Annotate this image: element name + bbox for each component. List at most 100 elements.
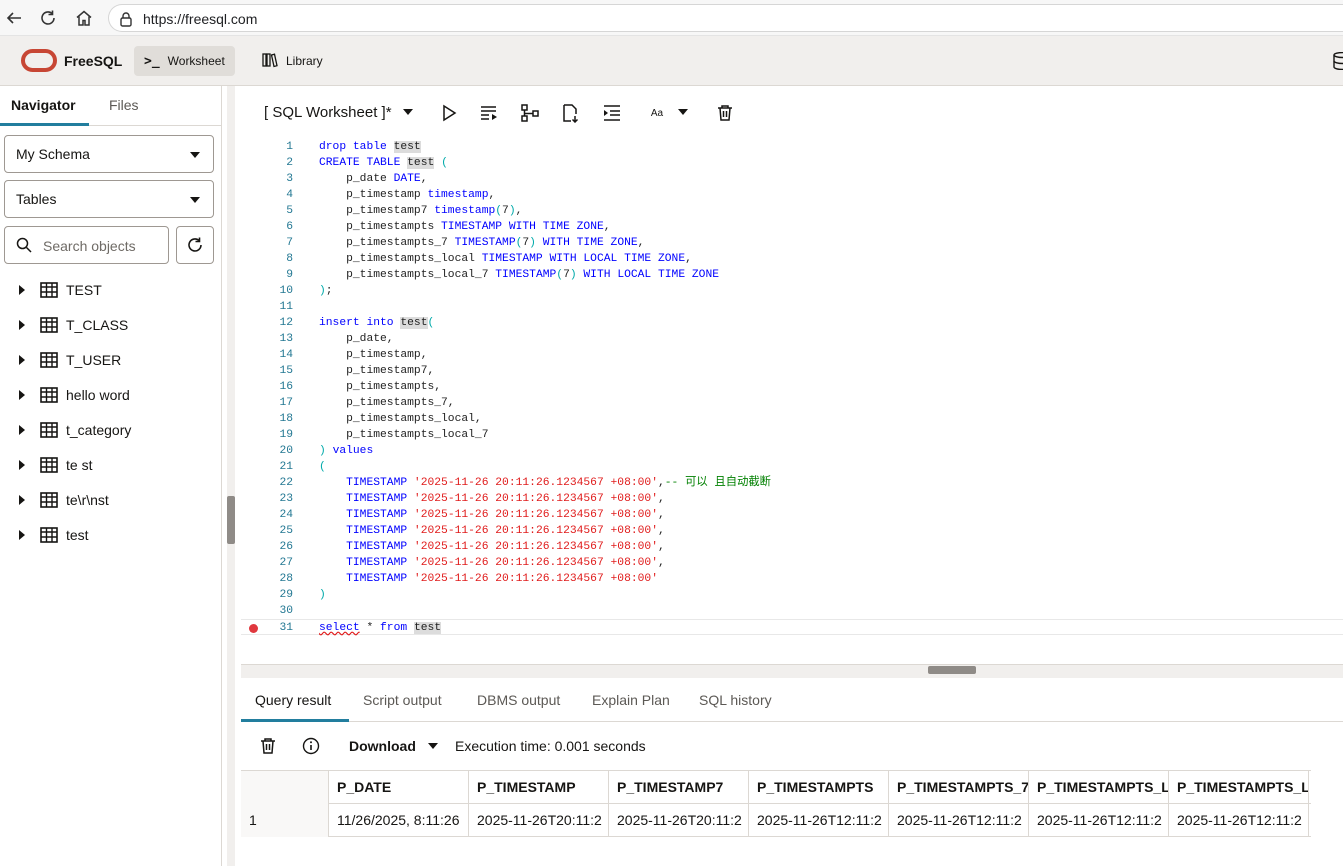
- back-icon[interactable]: [2, 6, 26, 30]
- expand-arrow-icon[interactable]: [19, 425, 25, 435]
- row-number[interactable]: 1: [241, 804, 329, 837]
- grid-cell[interactable]: 2025-11-26T12:11:2: [749, 804, 889, 837]
- code-line[interactable]: 13 p_date,: [241, 331, 1343, 347]
- code-line[interactable]: 30: [241, 603, 1343, 619]
- expand-arrow-icon[interactable]: [19, 495, 25, 505]
- tab-files[interactable]: Files: [109, 97, 139, 113]
- refresh-button[interactable]: [176, 226, 214, 264]
- code-line[interactable]: 25 TIMESTAMP '2025-11-26 20:11:26.123456…: [241, 523, 1343, 539]
- column-header[interactable]: P_TIMESTAMP7: [609, 771, 749, 804]
- code-line[interactable]: 2 CREATE TABLE test (: [241, 155, 1343, 171]
- expand-arrow-icon[interactable]: [19, 390, 25, 400]
- tab-script-output[interactable]: Script output: [363, 692, 442, 708]
- code-line[interactable]: 24 TIMESTAMP '2025-11-26 20:11:26.123456…: [241, 507, 1343, 523]
- run-statement-button[interactable]: [437, 101, 461, 125]
- vertical-splitter[interactable]: [227, 86, 235, 866]
- schema-select[interactable]: My Schema: [4, 135, 214, 173]
- code-line[interactable]: 31 select * from test: [241, 619, 1343, 635]
- code-line[interactable]: 16 p_timestampts,: [241, 379, 1343, 395]
- tree-item-table[interactable]: T_USER: [0, 342, 222, 377]
- trash-icon[interactable]: [259, 737, 277, 760]
- info-icon[interactable]: [302, 737, 320, 760]
- code-line[interactable]: 19 p_timestampts_local_7: [241, 427, 1343, 443]
- code-line[interactable]: 18 p_timestampts_local,: [241, 411, 1343, 427]
- code-line[interactable]: 11: [241, 299, 1343, 315]
- tab-navigator[interactable]: Navigator: [11, 97, 76, 113]
- tree-item-table[interactable]: test: [0, 517, 222, 552]
- worksheet-title[interactable]: [ SQL Worksheet ]*: [264, 104, 392, 121]
- tree-item-table[interactable]: te st: [0, 447, 222, 482]
- code-line[interactable]: 28 TIMESTAMP '2025-11-26 20:11:26.123456…: [241, 571, 1343, 587]
- code-line[interactable]: 29): [241, 587, 1343, 603]
- grid-cell[interactable]: 2025-11-26T12:11:2: [1169, 804, 1309, 837]
- address-bar[interactable]: https://freesql.com: [108, 4, 1343, 32]
- database-icon[interactable]: [1333, 51, 1343, 75]
- code-line[interactable]: 12 insert into test(: [241, 315, 1343, 331]
- column-header[interactable]: P_TIMESTAMPTS_LO: [1029, 771, 1169, 804]
- chevron-down-icon[interactable]: [428, 743, 438, 749]
- grid-cell[interactable]: 2025-11-26T20:11:2: [469, 804, 609, 837]
- tab-dbms-output[interactable]: DBMS output: [477, 692, 560, 708]
- code-line[interactable]: 22 TIMESTAMP '2025-11-26 20:11:26.123456…: [241, 475, 1343, 491]
- breakpoint-icon[interactable]: [249, 624, 258, 633]
- code-line[interactable]: 1 drop table test: [241, 139, 1343, 155]
- tab-query-result[interactable]: Query result: [255, 692, 331, 708]
- tab-sql-history[interactable]: SQL history: [699, 692, 772, 708]
- code-line[interactable]: 8 p_timestampts_local TIMESTAMP WITH LOC…: [241, 251, 1343, 267]
- column-header[interactable]: [241, 771, 329, 804]
- chevron-down-icon[interactable]: [403, 109, 413, 115]
- home-icon[interactable]: [72, 6, 96, 30]
- run-script-button[interactable]: [477, 101, 501, 125]
- code-line[interactable]: 23 TIMESTAMP '2025-11-26 20:11:26.123456…: [241, 491, 1343, 507]
- autotrace-button[interactable]: [558, 101, 582, 125]
- code-line[interactable]: 14 p_timestamp,: [241, 347, 1343, 363]
- column-header[interactable]: P_TIMESTAMPTS: [749, 771, 889, 804]
- grid-cell[interactable]: 2025-11-26T20:11:2: [609, 804, 749, 837]
- clear-button[interactable]: [713, 101, 737, 125]
- code-line[interactable]: 21 (: [241, 459, 1343, 475]
- format-code-button[interactable]: [600, 101, 624, 125]
- code-line[interactable]: 10);: [241, 283, 1343, 299]
- code-line[interactable]: 15 p_timestamp7,: [241, 363, 1343, 379]
- code-editor[interactable]: 1 drop table test 2 CREATE TABLE test (3 p_…: [241, 139, 1343, 635]
- code-line[interactable]: 17 p_timestampts_7,: [241, 395, 1343, 411]
- download-button[interactable]: Download: [349, 738, 416, 754]
- tree-item-table[interactable]: hello word: [0, 377, 222, 412]
- grid-cell[interactable]: 2025-11-26T12:11:2: [889, 804, 1029, 837]
- code-line[interactable]: 6 p_timestampts TIMESTAMP WITH TIME ZONE…: [241, 219, 1343, 235]
- horizontal-splitter[interactable]: [241, 664, 1343, 678]
- tab-explain-plan[interactable]: Explain Plan: [592, 692, 670, 708]
- code-line[interactable]: 5 p_timestamp7 timestamp(7),: [241, 203, 1343, 219]
- column-header[interactable]: P_DATE: [329, 771, 469, 804]
- explain-plan-button[interactable]: [518, 101, 542, 125]
- splitter-handle[interactable]: [227, 496, 235, 544]
- column-header[interactable]: P_TIMESTAMPTS_7: [889, 771, 1029, 804]
- code-line[interactable]: 27 TIMESTAMP '2025-11-26 20:11:26.123456…: [241, 555, 1343, 571]
- tab-library[interactable]: Library: [252, 46, 333, 76]
- table-row[interactable]: 1 11/26/2025, 8:11:26 2025-11-26T20:11:2 20…: [241, 804, 1311, 837]
- object-type-select[interactable]: Tables: [4, 180, 214, 218]
- column-header[interactable]: P_TIMESTAMP: [469, 771, 609, 804]
- expand-arrow-icon[interactable]: [19, 320, 25, 330]
- tree-item-table[interactable]: t_category: [0, 412, 222, 447]
- grid-cell[interactable]: 2025-11-26T12:11:2: [1029, 804, 1169, 837]
- tree-item-table[interactable]: TEST: [0, 272, 222, 307]
- code-line[interactable]: 3 p_date DATE,: [241, 171, 1343, 187]
- grid-cell[interactable]: 11/26/2025, 8:11:26: [329, 804, 469, 837]
- splitter-handle[interactable]: [928, 666, 976, 674]
- tab-worksheet[interactable]: >_ Worksheet: [134, 46, 235, 76]
- expand-arrow-icon[interactable]: [19, 460, 25, 470]
- tree-item-table[interactable]: T_CLASS: [0, 307, 222, 342]
- reload-icon[interactable]: [36, 6, 60, 30]
- chevron-down-icon[interactable]: [678, 109, 688, 115]
- column-header[interactable]: P_TIMESTAMPTS_LO: [1169, 771, 1309, 804]
- expand-arrow-icon[interactable]: [19, 530, 25, 540]
- code-line[interactable]: 7 p_timestampts_7 TIMESTAMP(7) WITH TIME…: [241, 235, 1343, 251]
- search-objects-input[interactable]: Search objects: [4, 226, 169, 264]
- code-line[interactable]: 26 TIMESTAMP '2025-11-26 20:11:26.123456…: [241, 539, 1343, 555]
- tree-item-table[interactable]: te\r\nst: [0, 482, 222, 517]
- expand-arrow-icon[interactable]: [19, 285, 25, 295]
- code-line[interactable]: 20) values: [241, 443, 1343, 459]
- code-line[interactable]: 4 p_timestamp timestamp,: [241, 187, 1343, 203]
- code-line[interactable]: 9 p_timestampts_local_7 TIMESTAMP(7) WIT…: [241, 267, 1343, 283]
